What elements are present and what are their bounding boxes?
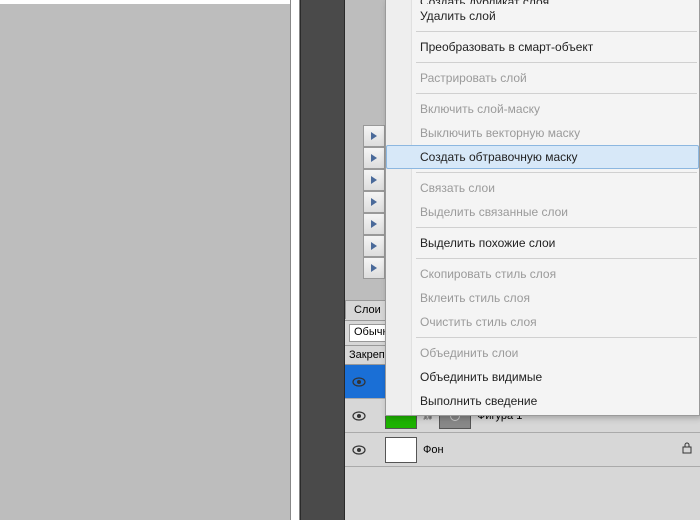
- layer-context-menu: Создать дубликат слоя...Удалить слойПрео…: [385, 0, 700, 416]
- document-edge: [290, 0, 300, 520]
- layer-name-label[interactable]: Фон: [423, 444, 674, 456]
- menu-item[interactable]: Объединить видимые: [386, 365, 699, 389]
- triangle-right-icon: [370, 241, 378, 251]
- triangle-right-icon: [370, 263, 378, 273]
- eye-icon[interactable]: [351, 374, 367, 390]
- layer-visibility-toggle[interactable]: [351, 374, 367, 390]
- menu-separator: [416, 62, 697, 63]
- triangle-right-icon: [370, 153, 378, 163]
- menu-item: Вклеить стиль слоя: [386, 286, 699, 310]
- menu-item: Включить слой-маску: [386, 97, 699, 121]
- collapsed-panel-tab[interactable]: [363, 125, 385, 147]
- menu-item: Выделить связанные слои: [386, 200, 699, 224]
- collapsed-panel-tab[interactable]: [363, 191, 385, 213]
- triangle-right-icon: [370, 131, 378, 141]
- collapsed-panel-tab[interactable]: [363, 257, 385, 279]
- eye-icon[interactable]: [351, 442, 367, 458]
- menu-item[interactable]: Выполнить сведение: [386, 389, 699, 413]
- layer-visibility-toggle[interactable]: [351, 442, 367, 458]
- canvas-top-edge: [0, 0, 300, 4]
- menu-item[interactable]: Выделить похожие слои: [386, 231, 699, 255]
- menu-separator: [416, 227, 697, 228]
- panel-separator: [300, 0, 345, 520]
- menu-separator: [416, 337, 697, 338]
- menu-item: Связать слои: [386, 176, 699, 200]
- layer-visibility-toggle[interactable]: [351, 408, 367, 424]
- menu-item[interactable]: Создать обтравочную маску: [386, 145, 699, 169]
- menu-separator: [416, 258, 697, 259]
- menu-item: Растрировать слой: [386, 66, 699, 90]
- menu-item[interactable]: Удалить слой: [386, 4, 699, 28]
- menu-item[interactable]: Преобразовать в смарт-объект: [386, 35, 699, 59]
- triangle-right-icon: [370, 175, 378, 185]
- menu-separator: [416, 31, 697, 32]
- menu-item: Скопировать стиль слоя: [386, 262, 699, 286]
- triangle-right-icon: [370, 197, 378, 207]
- collapsed-panel-tab[interactable]: [363, 169, 385, 191]
- layer-row[interactable]: Фон: [345, 433, 700, 467]
- menu-separator: [416, 172, 697, 173]
- collapsed-panel-tab[interactable]: [363, 213, 385, 235]
- collapsed-panel-tab[interactable]: [363, 235, 385, 257]
- eye-icon[interactable]: [351, 408, 367, 424]
- collapsed-panel-tab[interactable]: [363, 147, 385, 169]
- menu-item: Очистить стиль слоя: [386, 310, 699, 334]
- menu-item: Объединить слои: [386, 341, 699, 365]
- layer-thumbnail[interactable]: [385, 437, 417, 463]
- triangle-right-icon: [370, 219, 378, 229]
- lock-icon: [680, 441, 694, 455]
- layer-lock-indicator: [680, 441, 694, 458]
- canvas-area: [0, 0, 300, 520]
- layers-panel-tab[interactable]: Слои: [345, 300, 390, 319]
- menu-item: Выключить векторную маску: [386, 121, 699, 145]
- menu-separator: [416, 93, 697, 94]
